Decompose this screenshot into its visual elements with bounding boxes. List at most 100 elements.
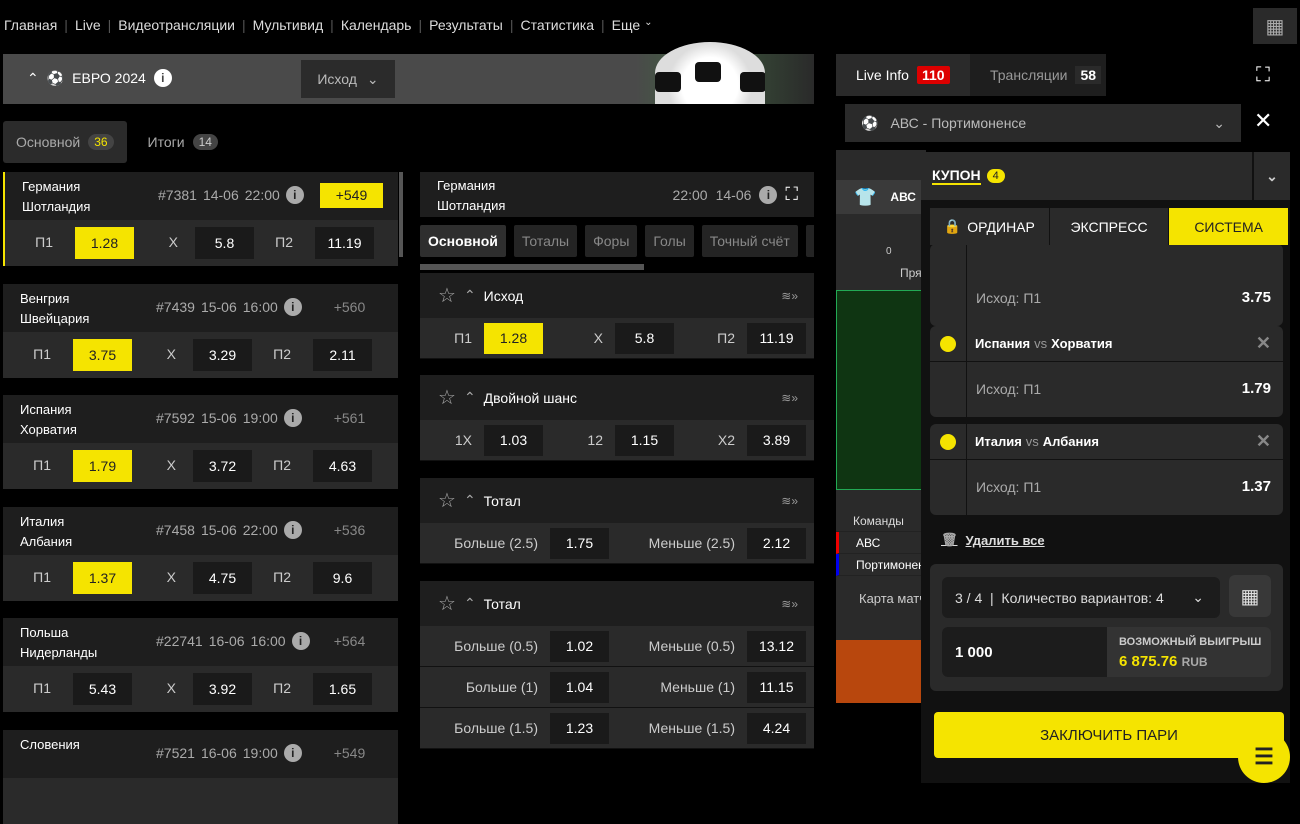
odd-button-p2[interactable]: 2.11 [313,338,372,371]
bet-builder-icon[interactable]: ≋» [781,494,798,508]
info-icon[interactable]: i [283,520,302,539]
odd-button[interactable]: 5.8 [615,323,674,354]
nav-item[interactable]: Статистика [521,17,595,33]
tab-live-info[interactable]: Live Info 110 [836,54,970,96]
info-icon[interactable]: i [759,185,778,204]
info-icon[interactable]: i [285,186,304,204]
nav-item[interactable]: Календарь [341,17,412,33]
tab-main[interactable]: Основной 36 [3,121,127,163]
more-markets-count[interactable]: +549 [320,183,383,208]
nav-item[interactable]: Мультивид [253,17,324,33]
expand-icon[interactable]: ⛶ [1256,64,1270,87]
odd-button-x[interactable]: 3.72 [193,450,252,482]
bet-builder-icon[interactable]: ≋» [781,391,798,405]
odd-button-p1[interactable]: 5.43 [73,673,132,705]
nav-item[interactable]: Результаты [429,17,503,33]
match-card[interactable]: Словения #7521 16-06 19:00 i +549 [3,729,398,824]
promo-banner[interactable] [836,640,926,703]
bet-type-tab[interactable]: ЭКСПРЕСС [1050,208,1170,245]
star-icon[interactable]: ☆ [438,488,456,513]
odd-button[interactable]: 3.89 [747,425,806,456]
bet-type-tab[interactable]: СИСТЕМА [1169,208,1290,245]
more-markets-count[interactable]: +564 [318,629,381,654]
delete-all-button[interactable]: 🗑 Удалить все [941,532,1045,548]
remove-bet-icon[interactable]: ✕ [1256,333,1271,354]
chat-icon[interactable]: ☰ [1238,731,1290,783]
odd-button-p1[interactable]: 1.28 [75,227,134,259]
market-header[interactable]: ☆ ⌃ Тотал ≋» [420,581,814,626]
odd-button[interactable]: 2.12 [747,528,806,559]
nav-item[interactable]: Видеотрансляции [118,17,235,33]
nav-item[interactable]: Live [75,17,101,33]
odd-button-p2[interactable]: 4.63 [313,450,372,482]
odd-button-p1[interactable]: 1.37 [73,561,132,594]
tab-streams[interactable]: Трансляции 58 [970,54,1106,96]
info-icon[interactable]: i [153,69,172,87]
match-card[interactable]: Испания Хорватия #7592 15-06 19:00 i +561 П1 1.7… [3,395,398,489]
more-markets-count[interactable]: +549 [318,741,381,766]
calculator-icon[interactable]: ▦ [1253,8,1297,44]
match-card[interactable]: Венгрия Швейцария #7439 15-06 16:00 i +560 П1 3.… [3,283,398,378]
odd-button[interactable]: 4.24 [747,713,806,744]
odd-button[interactable]: 1.02 [550,631,609,662]
market-tab[interactable]: Форы [585,225,638,257]
odd-button-x[interactable]: 3.29 [193,338,252,371]
market-header[interactable]: ☆ ⌃ Тотал ≋» [420,478,814,523]
info-icon[interactable]: i [283,409,302,427]
live-match-select[interactable]: ⚽ АВС - Портимоненсе ⌄ [845,104,1241,142]
market-tab[interactable]: Точный счёт [701,225,798,257]
calculator-icon[interactable]: ▦ [1229,575,1271,617]
market-tab-more[interactable] [805,225,814,257]
place-bet-button[interactable]: ЗАКЛЮЧИТЬ ПАРИ [934,712,1284,758]
odd-button-x[interactable]: 5.8 [195,227,254,259]
collapse-down-icon[interactable]: ⌄ [1252,152,1290,200]
match-card[interactable]: Германия Шотландия #7381 14-06 22:00 i +549 П1 1… [3,172,398,266]
remove-bet-icon[interactable]: ✕ [1256,431,1271,452]
info-icon[interactable]: i [283,297,302,316]
odd-button-x[interactable]: 4.75 [193,561,252,594]
odd-button-p2[interactable]: 11.19 [315,227,374,259]
star-icon[interactable]: ☆ [438,591,456,616]
info-icon[interactable]: i [291,632,310,650]
odd-button[interactable]: 1.75 [550,528,609,559]
bet-type-tab[interactable]: 🔒 ОРДИНАР [930,208,1050,245]
odd-button[interactable]: 1.28 [484,323,543,354]
info-icon[interactable]: i [283,743,302,762]
odd-button-p2[interactable]: 1.65 [313,673,372,705]
unpin-icon[interactable]: ✕ [1254,108,1272,134]
bet-builder-icon[interactable]: ≋» [781,597,798,611]
star-icon[interactable]: ☆ [438,385,456,410]
odd-button[interactable]: 11.15 [747,672,806,703]
bet-builder-icon[interactable]: ≋» [781,289,798,303]
scrollbar[interactable] [399,172,403,257]
more-markets-count[interactable]: +536 [318,518,381,543]
odd-button-p2[interactable]: 9.6 [313,561,372,594]
odd-button[interactable]: 1.04 [550,672,609,703]
odd-button[interactable]: 1.03 [484,425,543,456]
market-select[interactable]: Исход ⌄ [301,60,395,98]
more-markets-count[interactable]: +560 [318,295,381,320]
match-map-link[interactable]: Карта матча [836,588,926,610]
market-tab[interactable]: Голы [645,225,694,257]
market-tab[interactable]: Основной [420,225,506,257]
match-card[interactable]: Польша Нидерланды #22741 16-06 16:00 i +564 П1 5… [3,618,398,712]
odd-button-p1[interactable]: 1.79 [73,450,132,482]
system-variant-select[interactable]: 3 / 4 | Количество вариантов: 4 ⌄ [942,577,1220,618]
nav-item[interactable]: Еще [612,17,641,33]
odd-button-p1[interactable]: 3.75 [73,338,132,371]
odd-button[interactable]: 1.15 [615,425,674,456]
star-icon[interactable]: ☆ [438,283,456,308]
collapse-icon[interactable]: ⌃ [27,70,39,87]
odd-button[interactable]: 13.12 [747,631,806,662]
tab-totals[interactable]: Итоги 14 [135,121,231,163]
match-card[interactable]: Италия Албания #7458 15-06 22:00 i +536 П1 1.37 X… [3,506,398,601]
market-header[interactable]: ☆ ⌃ Двойной шанс ≋» [420,375,814,420]
odd-button[interactable]: 11.19 [747,323,806,354]
tabs-scrollbar[interactable] [420,264,644,270]
odd-button[interactable]: 1.23 [550,713,609,744]
stake-input[interactable] [942,627,1107,677]
fullscreen-icon[interactable]: ⛶ [785,184,798,205]
odd-button-x[interactable]: 3.92 [193,673,252,705]
market-header[interactable]: ☆ ⌃ Исход ≋» [420,273,814,318]
coupon-title[interactable]: КУПОН [932,167,981,185]
